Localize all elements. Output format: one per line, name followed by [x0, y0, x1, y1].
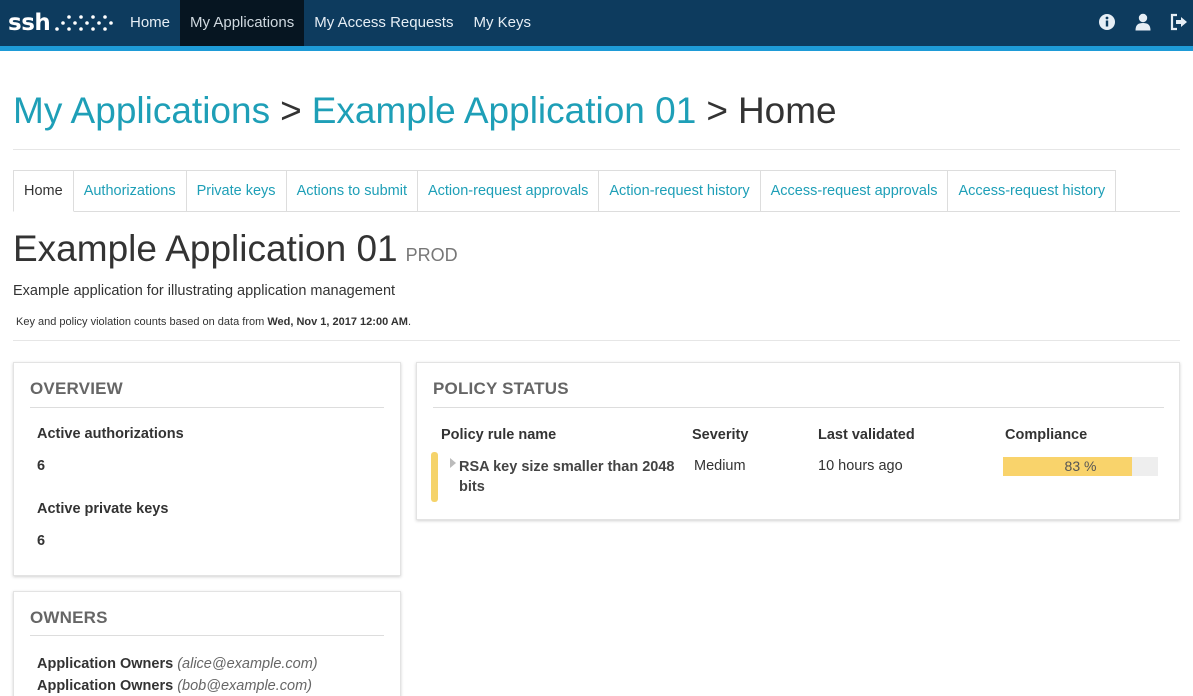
app-description: Example application for illustrating app… [13, 283, 396, 299]
tab-access-request-approvals[interactable]: Access-request approvals [760, 170, 949, 212]
tab-authorizations[interactable]: Authorizations [73, 170, 187, 212]
overview-panel: OVERVIEW Active authorizations 6 Active … [13, 362, 401, 576]
breadcrumb-example-application[interactable]: Example Application 01 [312, 90, 697, 131]
breadcrumb-separator: > [706, 90, 728, 131]
overview-title: OVERVIEW [30, 379, 123, 398]
data-note-prefix: Key and policy violation counts based on… [16, 316, 265, 328]
owner-email: (alice@example.com) [177, 656, 318, 672]
page-title: Example Application 01 PROD [13, 228, 458, 270]
user-icon[interactable] [1133, 12, 1153, 32]
logo-dots-icon [54, 13, 116, 33]
owner-role: Application Owners [37, 678, 174, 694]
column-header-compliance[interactable]: Compliance [1005, 427, 1087, 443]
divider [13, 340, 1180, 341]
navbar-accent-stripe [0, 46, 1193, 51]
compliance-label-wrap: 83 % [1003, 457, 1158, 476]
severity-marker [431, 452, 438, 502]
active-authorizations-label: Active authorizations [37, 426, 184, 442]
expand-row-icon[interactable] [450, 458, 456, 468]
owner-item: Application Owners (alice@example.com) [37, 656, 318, 672]
owners-title: OWNERS [30, 608, 108, 627]
tab-home[interactable]: Home [13, 170, 74, 212]
panel-divider [30, 635, 384, 636]
data-note-suffix: . [407, 316, 412, 328]
breadcrumb-my-applications[interactable]: My Applications [13, 90, 270, 131]
divider [13, 149, 1180, 150]
nav-item-my-access-requests[interactable]: My Access Requests [304, 0, 463, 46]
column-header-policy-rule[interactable]: Policy rule name [441, 427, 556, 443]
owner-email: (bob@example.com) [177, 678, 313, 694]
info-icon[interactable] [1097, 12, 1117, 32]
owner-item: Application Owners (bob@example.com) [37, 678, 312, 694]
active-private-keys-value: 6 [37, 533, 46, 549]
tab-actions-to-submit[interactable]: Actions to submit [286, 170, 418, 212]
policy-status-panel: POLICY STATUS Policy rule name Severity … [416, 362, 1180, 520]
column-header-severity[interactable]: Severity [692, 427, 748, 443]
logout-icon[interactable] [1169, 12, 1189, 32]
data-note-date: Wed, Nov 1, 2017 12:00 AM [267, 316, 408, 328]
environment-label: PROD [405, 245, 458, 265]
policy-status-title: POLICY STATUS [433, 379, 569, 398]
data-timestamp-note: Key and policy violation counts based on… [16, 316, 411, 328]
column-header-last-validated[interactable]: Last validated [818, 427, 915, 443]
tab-action-request-history[interactable]: Action-request history [599, 170, 761, 212]
nav-item-my-keys[interactable]: My Keys [463, 0, 541, 46]
compliance-bar: 83 % [1003, 457, 1158, 476]
panel-divider [30, 407, 384, 408]
nav-item-home[interactable]: Home [120, 0, 180, 46]
tab-access-request-history[interactable]: Access-request history [948, 170, 1117, 212]
breadcrumb-current: Home [737, 90, 837, 131]
breadcrumb-separator: > [280, 90, 302, 131]
nav-icons [1097, 12, 1189, 32]
active-private-keys-label: Active private keys [37, 501, 169, 517]
panel-divider [433, 407, 1164, 408]
severity-value: Medium [694, 458, 746, 474]
breadcrumb: My Applications > Example Application 01 > H… [13, 90, 837, 132]
logo-text: ssh [8, 10, 51, 36]
active-authorizations-value: 6 [37, 458, 46, 474]
tab-bar: Home Authorizations Private keys Actions… [13, 170, 1117, 212]
owner-role: Application Owners [37, 656, 174, 672]
policy-rule-name[interactable]: RSA key size smaller than 2048 bits [459, 457, 684, 497]
tab-private-keys[interactable]: Private keys [186, 170, 287, 212]
last-validated-value: 10 hours ago [818, 458, 903, 474]
owners-panel: OWNERS Application Owners (alice@example… [13, 591, 401, 696]
logo[interactable]: ssh [8, 6, 116, 40]
compliance-label: 83 % [1064, 458, 1097, 474]
main-nav: Home My Applications My Access Requests … [120, 0, 541, 46]
tab-action-request-approvals[interactable]: Action-request approvals [417, 170, 600, 212]
nav-item-my-applications[interactable]: My Applications [180, 0, 305, 46]
app-title-text: Example Application 01 [13, 228, 398, 269]
